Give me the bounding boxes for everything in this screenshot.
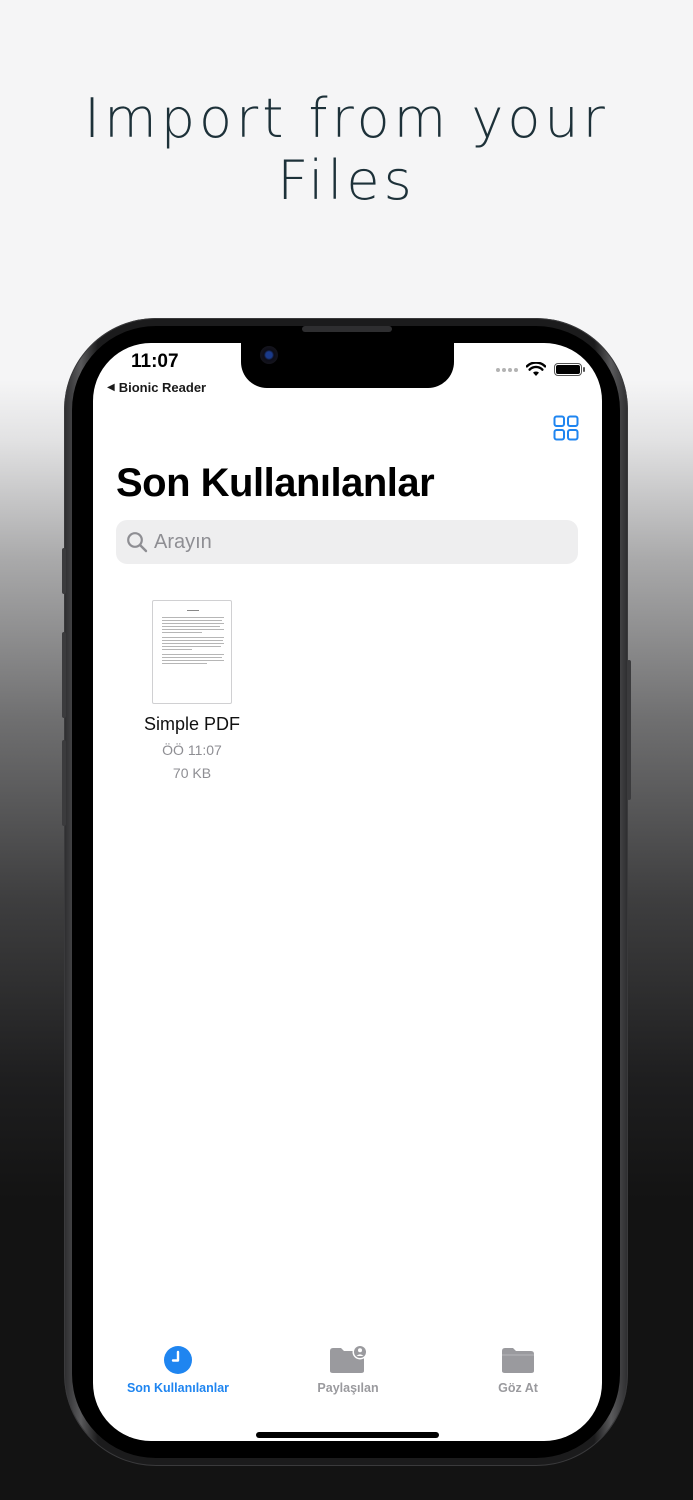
tab-shared[interactable]: Paylaşılan [263, 1343, 433, 1395]
silent-switch [62, 548, 66, 594]
file-item[interactable]: Simple PDF ÖÖ 11:07 70 KB [127, 600, 257, 785]
status-icons [496, 362, 585, 377]
back-triangle-icon: ◀ [107, 382, 115, 393]
tab-recents-label: Son Kullanılanlar [126, 1381, 230, 1395]
back-to-app-button[interactable]: ◀ Bionic Reader [107, 380, 206, 395]
tab-recents[interactable]: Son Kullanılanlar [93, 1343, 263, 1395]
back-app-label: Bionic Reader [118, 380, 207, 395]
signal-dots-icon [496, 367, 518, 372]
shared-folder-icon [330, 1345, 368, 1373]
file-date: ÖÖ 11:07 [162, 742, 222, 758]
power-button [627, 660, 631, 800]
search-icon [127, 532, 148, 553]
search-input[interactable] [154, 530, 554, 554]
grid-view-icon[interactable] [553, 415, 579, 441]
folder-icon [502, 1348, 534, 1373]
page-title: Son Kullanılanlar [116, 461, 435, 505]
file-size: 70 KB [172, 765, 212, 781]
clock-icon [164, 1346, 192, 1374]
front-camera [260, 346, 278, 364]
pdf-thumbnail [152, 600, 232, 704]
earpiece-speaker [302, 326, 392, 332]
tab-browse-label: Göz At [498, 1381, 538, 1395]
home-indicator[interactable] [256, 1432, 439, 1438]
headline-line-2: Files [277, 149, 416, 212]
tab-browse[interactable]: Göz At [433, 1343, 602, 1395]
status-time: 11:07 [131, 351, 179, 372]
volume-down-button [62, 740, 66, 826]
tab-shared-label: Paylaşılan [317, 1381, 379, 1395]
notch [241, 343, 454, 388]
file-meta: ÖÖ 11:07 70 KB [127, 739, 257, 785]
headline: Import from your Files [0, 88, 693, 212]
headline-line-1: Import from your [84, 87, 609, 150]
volume-up-button [62, 632, 66, 718]
battery-icon [554, 363, 585, 376]
file-name: Simple PDF [143, 714, 241, 734]
tab-bar: Son Kullanılanlar Paylaşılan Göz At [93, 1343, 602, 1413]
phone-screen: 11:07 ◀ Bionic Reader Son Kullanılanlar [93, 343, 602, 1441]
wifi-icon [526, 362, 546, 376]
search-bar[interactable] [116, 520, 578, 564]
